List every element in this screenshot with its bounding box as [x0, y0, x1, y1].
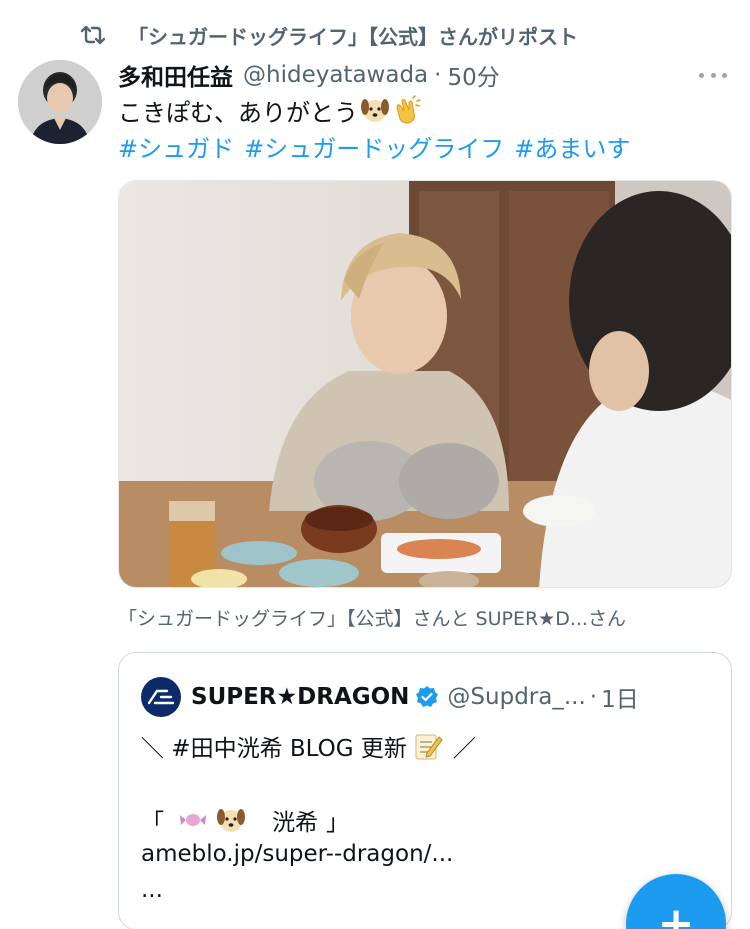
quoted-author-name[interactable]: SUPER★DRAGON — [191, 684, 409, 710]
repost-label: 「シュガードッグライフ」【公式】さんがリポスト — [128, 24, 578, 49]
tweet-timestamp[interactable]: 50分 — [447, 58, 499, 92]
avatar-image — [18, 60, 102, 144]
quoted-text-end: ／ — [452, 736, 476, 762]
clap-emoji — [396, 95, 421, 124]
tweet-body: こきぽむ、ありがとう — [118, 98, 358, 127]
hashtag-link[interactable]: #シュガードッグライフ — [244, 129, 504, 164]
dog-emoji — [217, 809, 245, 832]
author-handle[interactable]: @hideyatawada — [243, 62, 428, 88]
quoted-line-2: 「 洸希 」 — [141, 803, 349, 837]
hashtag-row: #シュガド #シュガードッグライフ #あまいす — [118, 128, 640, 164]
quoted-text: ＼ #田中洸希 BLOG 更新 — [141, 736, 407, 762]
more-icon[interactable] — [696, 58, 730, 92]
quoted-link[interactable]: ameblo.jp/super--dragon/... — [141, 841, 453, 867]
compose-plus-icon: + — [657, 898, 695, 929]
dog-emoji — [361, 99, 389, 122]
separator-dot: · — [434, 62, 442, 88]
memo-emoji — [415, 734, 443, 760]
tweet-header: 多和田任益 @hideyatawada · 50分 — [118, 58, 730, 92]
quoted-author-handle[interactable]: @Supdra_... — [447, 684, 585, 710]
hashtag-link[interactable]: #あまいす — [514, 129, 630, 164]
quoted-tweet-header: SUPER★DRAGON @Supdra_... · 1日 — [141, 677, 639, 717]
quoted-author-avatar[interactable] — [141, 677, 181, 717]
tweet-photo[interactable] — [118, 180, 732, 588]
author-avatar[interactable] — [18, 60, 102, 144]
author-display-name[interactable]: 多和田任益 — [118, 58, 233, 92]
hashtag-link[interactable]: #シュガド — [118, 129, 234, 164]
repost-icon — [80, 25, 106, 45]
repost-indicator[interactable]: 「シュガードッグライフ」【公式】さんがリポスト — [80, 20, 578, 50]
photo-image — [119, 181, 731, 587]
candy-emoji — [180, 814, 206, 826]
quoted-timestamp[interactable]: 1日 — [601, 680, 639, 714]
verified-badge-icon — [416, 686, 439, 707]
quoted-name-text: 洸希 — [272, 810, 318, 836]
tagged-users[interactable]: 「シュガードッグライフ」【公式】さんと SUPER★D...さん — [118, 604, 626, 631]
quoted-bracket-open: 「 — [141, 810, 164, 836]
super-dragon-logo-icon — [147, 689, 175, 705]
separator-dot: · — [589, 684, 598, 710]
quoted-ellipsis: ... — [141, 877, 163, 903]
quoted-bracket-close: 」 — [326, 810, 349, 836]
quoted-line-1: ＼ #田中洸希 BLOG 更新 ／ — [141, 729, 476, 763]
tweet-text: こきぽむ、ありがとう — [118, 92, 422, 128]
